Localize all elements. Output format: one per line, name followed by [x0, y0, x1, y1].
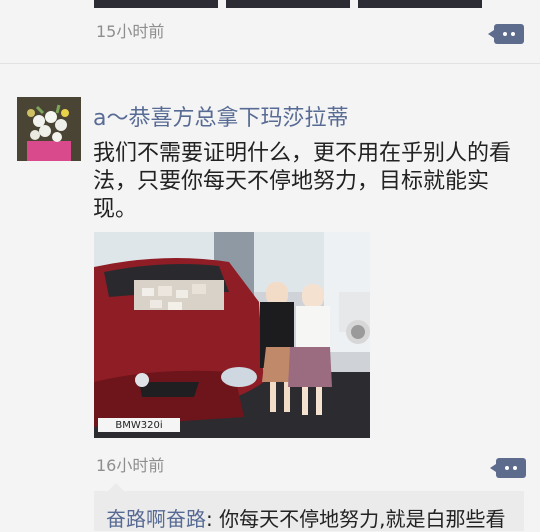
- post-time: 16小时前: [96, 456, 165, 475]
- license-plate: BMW320i: [115, 420, 162, 431]
- comment[interactable]: 奋路啊奋路: 你每天不停地努力,就是白那些看: [106, 503, 505, 532]
- more-dots-icon: [513, 466, 517, 470]
- avatar-image: [17, 97, 81, 161]
- prev-post-more-button[interactable]: [488, 24, 524, 44]
- post-text: 我们不需要证明什么，更不用在乎别人的看法，只要你每天不停地努力，目标就能实现。: [93, 141, 512, 222]
- prev-post-images[interactable]: [94, 0, 482, 8]
- more-dots-icon: [511, 32, 515, 36]
- prev-post-image[interactable]: [226, 0, 350, 8]
- post-photo[interactable]: BMW320i: [94, 232, 370, 438]
- post-more-button[interactable]: [490, 458, 526, 478]
- more-dots-icon: [503, 32, 507, 36]
- avatar[interactable]: [17, 97, 81, 161]
- post-photo-image: BMW320i: [94, 232, 370, 438]
- prev-post-image[interactable]: [94, 0, 218, 8]
- prev-post-image[interactable]: [358, 0, 482, 8]
- post-username[interactable]: a～恭喜方总拿下玛莎拉蒂: [93, 100, 348, 132]
- comment-box: 奋路啊奋路: 你每天不停地努力,就是白那些看: [94, 483, 524, 532]
- more-dots-icon: [505, 466, 509, 470]
- prev-post-time: 15小时前: [96, 22, 165, 41]
- post-divider: [0, 63, 540, 64]
- comment-author[interactable]: 奋路啊奋路: [106, 507, 206, 531]
- comment-text: : 你每天不停地努力,就是白那些看: [206, 507, 506, 531]
